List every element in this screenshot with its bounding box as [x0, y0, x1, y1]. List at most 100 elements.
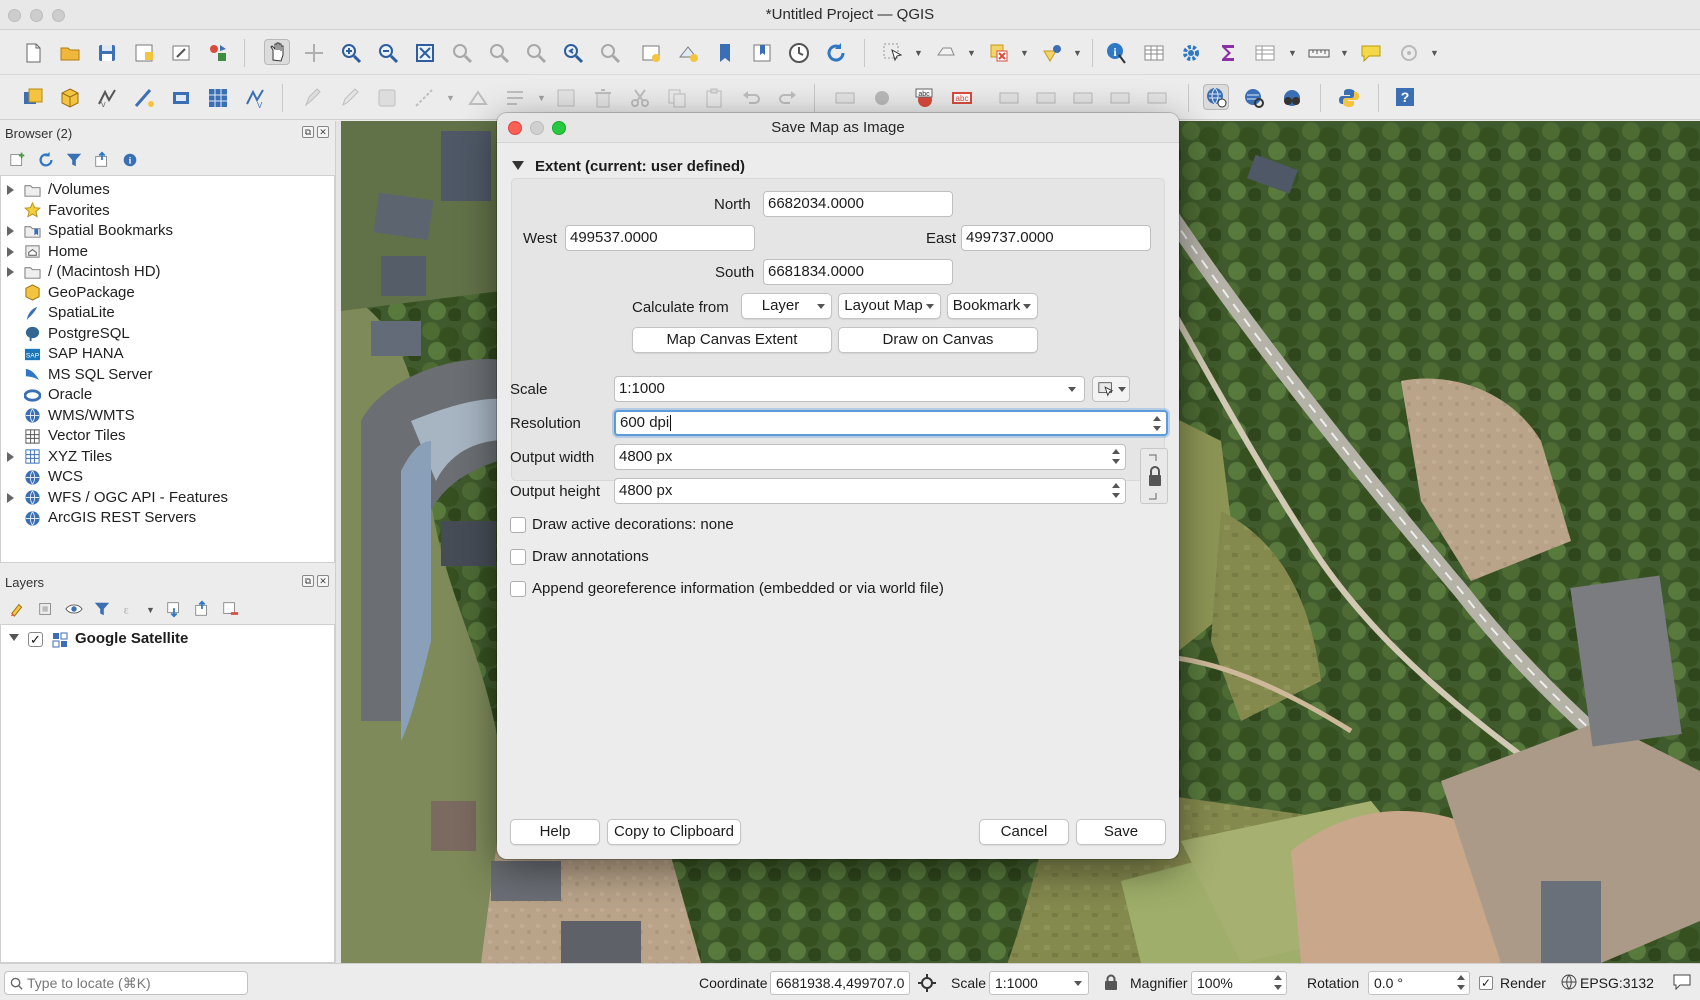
map-tips-icon[interactable] [1358, 40, 1384, 66]
attribute-table-icon[interactable] [1141, 40, 1167, 66]
manage-visibility-icon[interactable] [64, 599, 84, 619]
cut-features-icon[interactable] [627, 85, 653, 111]
style-manager-icon[interactable] [205, 40, 231, 66]
render-label[interactable]: Render [1500, 975, 1546, 991]
browser-item[interactable]: Favorites [1, 201, 334, 221]
pan-to-selection-icon[interactable] [301, 40, 327, 66]
save-button[interactable]: Save [1076, 819, 1166, 845]
new-shapefile-layer-icon[interactable]: V [94, 85, 120, 111]
add-vector-layer-icon[interactable]: V [242, 85, 268, 111]
new-3d-view-icon[interactable] [675, 40, 701, 66]
layer-labeling-icon[interactable]: abc [912, 85, 938, 111]
show-bookmarks-icon[interactable] [749, 40, 775, 66]
qms-settings-icon[interactable] [1279, 85, 1305, 111]
collapse-all-icon[interactable] [92, 150, 112, 170]
deselect-all-icon[interactable] [986, 40, 1012, 66]
identify-features-icon[interactable]: i [1104, 40, 1130, 66]
browser-item[interactable]: / (Macintosh HD) [1, 262, 334, 282]
expand-arrow-icon[interactable] [7, 246, 14, 257]
browser-item[interactable]: /Volumes [1, 180, 334, 200]
filter-browser-icon[interactable] [64, 150, 84, 170]
magnifier-spinbox[interactable]: 100% [1191, 971, 1287, 995]
browser-item[interactable]: MS SQL Server [1, 365, 334, 385]
expand-arrow-icon[interactable] [7, 451, 14, 462]
toggle-editing-icon[interactable] [337, 85, 363, 111]
float-panel-icon[interactable]: ⧉ [302, 126, 314, 138]
close-panel-icon[interactable]: ✕ [317, 575, 329, 587]
layer-visibility-checkbox[interactable]: ✓ [28, 632, 43, 647]
scale-from-canvas-button[interactable] [1092, 376, 1130, 402]
resolution-spinbox[interactable]: 600 dpi [614, 410, 1168, 436]
edit-table-icon[interactable] [553, 85, 579, 111]
browser-item[interactable]: WMS/WMTS [1, 406, 334, 426]
locator-search-input[interactable]: Type to locate (⌘K) [4, 971, 248, 995]
refresh-icon[interactable] [823, 40, 849, 66]
calc-from-bookmark-button[interactable]: Bookmark [947, 293, 1038, 319]
highlight-labels-icon[interactable] [1033, 85, 1059, 111]
zoom-to-selection-icon[interactable] [449, 40, 475, 66]
cancel-button[interactable]: Cancel [979, 819, 1069, 845]
calc-from-layout-map-button[interactable]: Layout Map [838, 293, 941, 319]
help-contents-icon[interactable]: ? [1392, 84, 1418, 110]
annotation-icon[interactable] [869, 85, 895, 111]
add-group-icon[interactable] [36, 599, 56, 619]
select-features-icon[interactable] [880, 40, 906, 66]
measure-line-icon[interactable] [1306, 40, 1332, 66]
filter-legend-icon[interactable] [92, 599, 112, 619]
open-table-icon[interactable] [1252, 40, 1278, 66]
browser-item[interactable]: WFS / OGC API - Features [1, 488, 334, 508]
properties-widget-icon[interactable]: i [120, 150, 140, 170]
browser-item[interactable]: XYZ Tiles [1, 447, 334, 467]
pan-map-icon[interactable] [264, 39, 290, 65]
append-georeference-label[interactable]: Append georeference information (embedde… [532, 580, 944, 597]
new-spatial-bookmark-icon[interactable] [712, 40, 738, 66]
browser-item[interactable]: SAP SAP HANA [1, 344, 334, 364]
undo-icon[interactable] [738, 85, 764, 111]
collapse-all-layers-icon[interactable] [192, 599, 212, 619]
python-console-icon[interactable] [1336, 85, 1362, 111]
north-field[interactable]: 6682034.0000 [763, 191, 953, 217]
draw-decorations-label[interactable]: Draw active decorations: none [532, 516, 734, 533]
layer-name[interactable]: Google Satellite [75, 630, 188, 647]
draw-decorations-checkbox[interactable] [510, 517, 526, 533]
float-panel-icon[interactable]: ⧉ [302, 575, 314, 587]
filter-expression-icon[interactable]: ε [120, 599, 140, 619]
copy-features-icon[interactable] [664, 85, 690, 111]
layer-styling-icon[interactable] [8, 599, 28, 619]
save-project-icon[interactable] [94, 40, 120, 66]
new-temporary-layer-icon[interactable] [131, 85, 157, 111]
help-button[interactable]: Help [510, 819, 600, 845]
browser-item[interactable]: Vector Tiles [1, 426, 334, 446]
aspect-ratio-lock-button[interactable] [1140, 448, 1168, 504]
expand-arrow-icon[interactable] [7, 226, 14, 236]
zoom-full-icon[interactable] [412, 40, 438, 66]
delete-selected-icon[interactable] [590, 85, 616, 111]
south-field[interactable]: 6681834.0000 [763, 259, 953, 285]
draw-annotations-label[interactable]: Draw annotations [532, 548, 649, 565]
expand-arrow-icon[interactable] [7, 492, 14, 503]
rotate-label-icon[interactable] [1107, 85, 1133, 111]
scale-combobox[interactable]: 1:1000 [614, 376, 1085, 402]
modify-attributes-icon[interactable] [502, 85, 528, 111]
new-geopackage-layer-icon[interactable] [57, 85, 83, 111]
new-project-icon[interactable] [20, 40, 46, 66]
refresh-browser-icon[interactable] [36, 150, 56, 170]
output-width-spinbox[interactable]: 4800 px [614, 444, 1126, 470]
west-field[interactable]: 499537.0000 [565, 225, 755, 251]
browser-item[interactable]: SpatiaLite [1, 303, 334, 323]
save-edits-icon[interactable] [374, 85, 400, 111]
zoom-next-icon[interactable] [597, 40, 623, 66]
append-georeference-checkbox[interactable] [510, 581, 526, 597]
toggle-extents-icon[interactable] [917, 973, 937, 993]
zoom-out-icon[interactable] [375, 40, 401, 66]
move-label-icon[interactable] [1070, 85, 1096, 111]
collapse-extent-icon[interactable] [512, 161, 524, 170]
open-project-icon[interactable] [57, 40, 83, 66]
render-checkbox[interactable]: ✓ [1479, 976, 1493, 990]
east-field[interactable]: 499737.0000 [961, 225, 1151, 251]
zoom-native-icon[interactable] [523, 40, 549, 66]
vertex-tool-icon[interactable] [465, 85, 491, 111]
browser-item[interactable]: Home [1, 242, 334, 262]
crs-globe-icon[interactable] [1561, 974, 1577, 990]
pin-labels-icon[interactable] [996, 85, 1022, 111]
